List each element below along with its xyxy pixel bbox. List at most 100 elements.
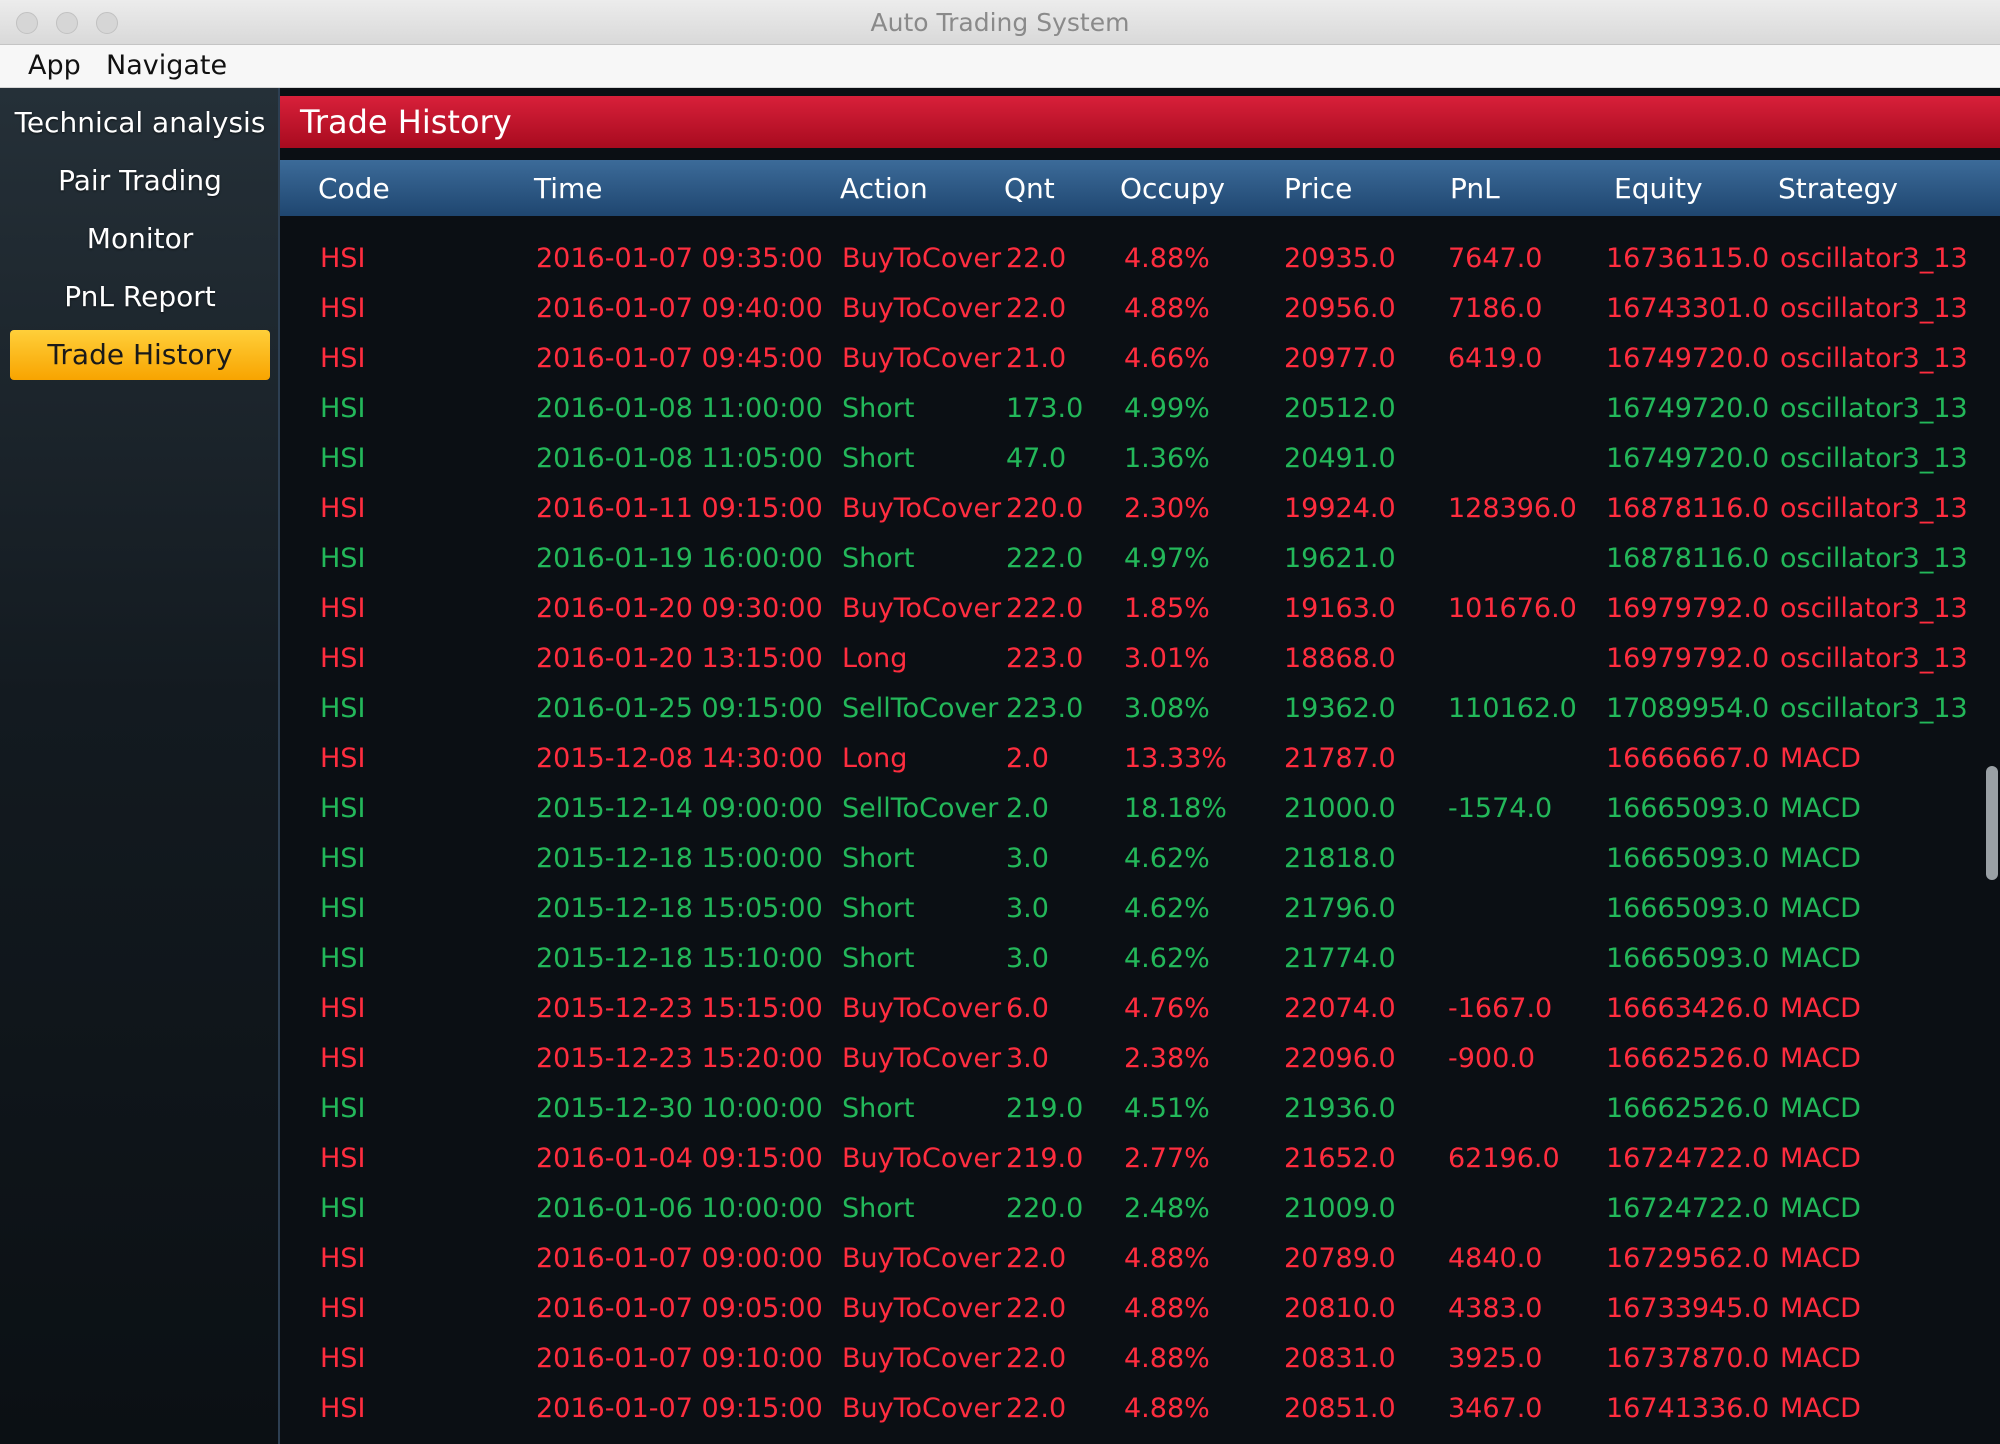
sidebar-item-technical-analysis[interactable]: Technical analysis: [10, 98, 270, 148]
cell-time: 2015-12-08 14:30:00: [536, 743, 823, 774]
cell-qnt: 3.0: [1006, 893, 1049, 924]
cell-action: BuyToCover: [842, 243, 1002, 274]
cell-action: BuyToCover: [842, 293, 1002, 324]
cell-strategy: MACD: [1780, 743, 1861, 774]
cell-action: SellToCover: [842, 693, 999, 724]
column-header-code[interactable]: Code: [318, 172, 390, 205]
cell-code: HSI: [320, 543, 366, 574]
cell-occupy: 4.88%: [1124, 293, 1210, 324]
table-row[interactable]: HSI 2016-01-07 09:45:00 BuyToCover 21.0 4.66…: [280, 334, 1980, 384]
column-header-time[interactable]: Time: [534, 172, 603, 205]
cell-code: HSI: [320, 493, 366, 524]
table-row[interactable]: HSI 2016-01-11 09:15:00 BuyToCover 220.0 2.3…: [280, 484, 1980, 534]
table-row[interactable]: HSI 2015-12-14 09:00:00 SellToCover 2.0 18.1…: [280, 784, 1980, 834]
table-row[interactable]: HSI 2016-01-06 10:00:00 Short 220.0 2.48% 210…: [280, 1184, 1980, 1234]
cell-qnt: 219.0: [1006, 1093, 1084, 1124]
cell-price: 19621.0: [1284, 543, 1396, 574]
cell-pnl: -1574.0: [1448, 793, 1553, 824]
cell-occupy: 2.48%: [1124, 1193, 1210, 1224]
cell-price: 20851.0: [1284, 1393, 1396, 1424]
table-row[interactable]: HSI 2015-12-23 15:15:00 BuyToCover 6.0 4.76%…: [280, 984, 1980, 1034]
cell-qnt: 47.0: [1006, 443, 1067, 474]
cell-strategy: oscillator3_13: [1780, 443, 1968, 474]
cell-action: BuyToCover: [842, 593, 1002, 624]
cell-occupy: 1.36%: [1124, 443, 1210, 474]
cell-occupy: 4.88%: [1124, 1393, 1210, 1424]
menu-navigate[interactable]: Navigate: [106, 50, 227, 81]
cell-qnt: 222.0: [1006, 593, 1084, 624]
cell-price: 20512.0: [1284, 393, 1396, 424]
vertical-scrollbar[interactable]: [1986, 766, 1998, 880]
cell-time: 2016-01-08 11:00:00: [536, 393, 823, 424]
table-row[interactable]: HSI 2015-12-30 10:00:00 Short 219.0 4.51% 219…: [280, 1084, 1980, 1134]
table-row[interactable]: HSI 2016-01-07 09:05:00 BuyToCover 22.0 4.88…: [280, 1284, 1980, 1334]
table-row[interactable]: HSI 2016-01-08 11:00:00 Short 173.0 4.99% 205…: [280, 384, 1980, 434]
column-header-pnl[interactable]: PnL: [1450, 172, 1500, 205]
cell-equity: 16663426.0: [1606, 993, 1770, 1024]
column-header-price[interactable]: Price: [1284, 172, 1352, 205]
trade-table[interactable]: HSI 2016-01-07 09:35:00 BuyToCover 22.0 4.88…: [280, 234, 1980, 1444]
menu-app[interactable]: App: [28, 50, 81, 81]
cell-strategy: MACD: [1780, 1143, 1861, 1174]
cell-action: Short: [842, 393, 915, 424]
cell-action: BuyToCover: [842, 343, 1002, 374]
sidebar-item-trade-history[interactable]: Trade History: [10, 330, 270, 380]
cell-price: 21774.0: [1284, 943, 1396, 974]
table-row[interactable]: HSI 2016-01-07 09:00:00 BuyToCover 22.0 4.88…: [280, 1234, 1980, 1284]
cell-price: 19924.0: [1284, 493, 1396, 524]
column-header-occupy[interactable]: Occupy: [1120, 172, 1225, 205]
table-row[interactable]: HSI 2015-12-18 15:10:00 Short 3.0 4.62% 21774…: [280, 934, 1980, 984]
cell-qnt: 22.0: [1006, 1393, 1067, 1424]
table-row[interactable]: HSI 2015-12-18 15:05:00 Short 3.0 4.62% 21796…: [280, 884, 1980, 934]
cell-pnl: -900.0: [1448, 1043, 1536, 1074]
table-row[interactable]: HSI 2016-01-25 09:15:00 SellToCover 223.0 3.…: [280, 684, 1980, 734]
cell-code: HSI: [320, 343, 366, 374]
table-row[interactable]: HSI 2016-01-07 09:35:00 BuyToCover 22.0 4.88…: [280, 234, 1980, 284]
cell-time: 2016-01-11 09:15:00: [536, 493, 823, 524]
cell-equity: 16736115.0: [1606, 243, 1770, 274]
table-row[interactable]: HSI 2015-12-08 14:30:00 Long 2.0 13.33% 21787…: [280, 734, 1980, 784]
cell-code: HSI: [320, 1043, 366, 1074]
table-row[interactable]: HSI 2015-12-18 15:00:00 Short 3.0 4.62% 21818…: [280, 834, 1980, 884]
cell-strategy: oscillator3_13: [1780, 243, 1968, 274]
cell-price: 22074.0: [1284, 993, 1396, 1024]
cell-strategy: MACD: [1780, 1093, 1861, 1124]
column-header-action[interactable]: Action: [840, 172, 928, 205]
page-header: Trade History: [280, 96, 2000, 148]
cell-qnt: 22.0: [1006, 293, 1067, 324]
table-row[interactable]: HSI 2016-01-04 09:15:00 BuyToCover 219.0 2.7…: [280, 1134, 1980, 1184]
cell-price: 22096.0: [1284, 1043, 1396, 1074]
cell-occupy: 2.77%: [1124, 1143, 1210, 1174]
cell-strategy: MACD: [1780, 843, 1861, 874]
cell-qnt: 173.0: [1006, 393, 1084, 424]
table-row[interactable]: HSI 2016-01-20 13:15:00 Long 223.0 3.01% 1886…: [280, 634, 1980, 684]
column-header-qnt[interactable]: Qnt: [1004, 172, 1055, 205]
sidebar-item-monitor[interactable]: Monitor: [10, 214, 270, 264]
cell-equity: 16979792.0: [1606, 593, 1770, 624]
cell-qnt: 22.0: [1006, 1293, 1067, 1324]
cell-time: 2015-12-14 09:00:00: [536, 793, 823, 824]
sidebar-item-pair-trading[interactable]: Pair Trading: [10, 156, 270, 206]
column-header-equity[interactable]: Equity: [1614, 172, 1703, 205]
cell-occupy: 4.99%: [1124, 393, 1210, 424]
table-row[interactable]: HSI 2016-01-07 09:15:00 BuyToCover 22.0 4.88…: [280, 1384, 1980, 1434]
table-row[interactable]: HSI 2016-01-20 09:30:00 BuyToCover 222.0 1.8…: [280, 584, 1980, 634]
cell-code: HSI: [320, 843, 366, 874]
cell-qnt: 223.0: [1006, 693, 1084, 724]
cell-equity: 16665093.0: [1606, 843, 1770, 874]
cell-price: 20977.0: [1284, 343, 1396, 374]
cell-occupy: 4.66%: [1124, 343, 1210, 374]
table-row[interactable]: HSI 2015-12-23 15:20:00 BuyToCover 3.0 2.38%…: [280, 1034, 1980, 1084]
cell-price: 21936.0: [1284, 1093, 1396, 1124]
table-row[interactable]: HSI 2016-01-07 09:10:00 BuyToCover 22.0 4.88…: [280, 1334, 1980, 1384]
table-header: Code Time Action Qnt Occupy Price PnL Eq…: [280, 160, 2000, 216]
table-row[interactable]: HSI 2016-01-07 09:40:00 BuyToCover 22.0 4.88…: [280, 284, 1980, 334]
cell-strategy: MACD: [1780, 1343, 1861, 1374]
cell-pnl: 3467.0: [1448, 1393, 1543, 1424]
table-row[interactable]: HSI 2016-01-19 16:00:00 Short 222.0 4.97% 196…: [280, 534, 1980, 584]
sidebar-item-pnl-report[interactable]: PnL Report: [10, 272, 270, 322]
column-header-strategy[interactable]: Strategy: [1778, 172, 1898, 205]
cell-pnl: 4383.0: [1448, 1293, 1543, 1324]
table-row[interactable]: HSI 2016-01-08 11:05:00 Short 47.0 1.36% 2049…: [280, 434, 1980, 484]
cell-equity: 16662526.0: [1606, 1093, 1770, 1124]
